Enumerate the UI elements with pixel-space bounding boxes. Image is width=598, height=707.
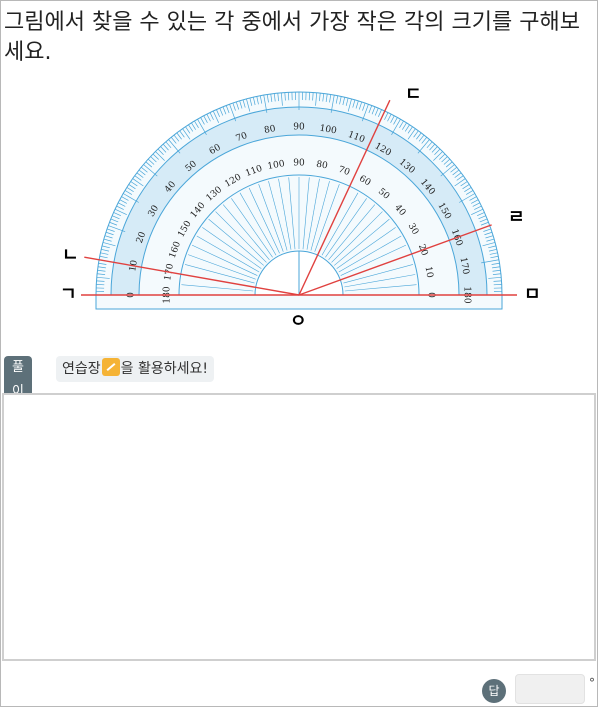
inner-scale-number: 10	[423, 266, 435, 279]
answer-badge: 답	[482, 679, 506, 703]
outer-scale-number: 80	[263, 124, 276, 136]
protractor: 0102030405060708090100110120130140150160…	[95, 91, 503, 310]
solution-work-area[interactable]	[2, 393, 596, 661]
label-giyeok: ㄱ	[60, 284, 77, 305]
inner-scale-number: 80	[315, 160, 328, 172]
inner-scale-number: 90	[293, 159, 305, 169]
label-ieung: ㅇ	[290, 311, 307, 332]
question-text: 그림에서 찾을 수 있는 각 중에서 가장 작은 각의 크기를 구해보세요.	[4, 10, 580, 65]
answer-input[interactable]	[515, 674, 585, 704]
hint-text-before: 연습장	[62, 361, 101, 377]
memo-pad-icon[interactable]	[101, 358, 120, 376]
label-rieul: ㄹ	[508, 207, 525, 228]
protractor-figure: 0102030405060708090100110120130140150160…	[60, 84, 541, 332]
label-digeut: ㄷ	[405, 84, 422, 105]
scratchpad-hint[interactable]: 연습장 을 활용하세요!	[56, 356, 214, 382]
degree-unit: °	[589, 676, 595, 690]
outer-scale-number: 90	[293, 123, 305, 133]
label-nieun: ㄴ	[62, 245, 79, 266]
label-mieum: ㅁ	[524, 284, 541, 305]
hint-text-after: 을 활용하세요!	[120, 361, 208, 377]
